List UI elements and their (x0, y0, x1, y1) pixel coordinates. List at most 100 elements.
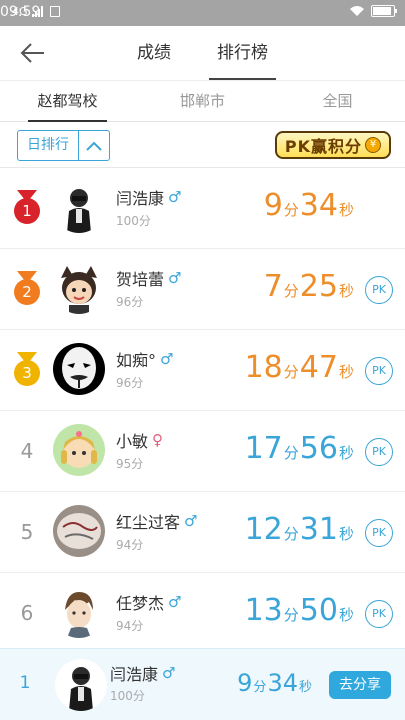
avatar[interactable] (53, 505, 105, 557)
exam-time: 7 分 25 秒 (264, 269, 355, 304)
user-name: 红尘过客 ♂ (116, 509, 197, 533)
medal-number: 2 (14, 279, 40, 305)
region-tabs: 赵都驾校 邯郸市 全国 (0, 80, 405, 122)
second-unit: 秒 (338, 606, 354, 624)
wifi-icon (350, 6, 364, 16)
minute-unit: 分 (283, 363, 299, 381)
my-name: 闫浩康 ♂ (110, 661, 175, 685)
time-minutes: 9 (263, 188, 283, 223)
exam-time: 12 分 31 秒 (245, 512, 355, 547)
pk-points-banner[interactable]: PK赢积分 ¥ (274, 131, 391, 159)
minute-unit: 分 (283, 525, 299, 543)
user-name-text: 如痴° (116, 351, 157, 370)
list-item[interactable]: 5 红尘过客 ♂ 94分 12 分 31 秒 PK (0, 492, 405, 573)
rank-number: 6 (20, 601, 34, 625)
minute-unit: 分 (283, 201, 299, 219)
user-name-text: 小敏 (116, 432, 149, 451)
user-name: 如痴° ♂ (116, 347, 173, 371)
gold-medal-icon: 3 (11, 352, 43, 388)
tab-national[interactable]: 全国 (270, 81, 405, 121)
time-minutes: 17 (244, 431, 283, 466)
my-avatar[interactable] (55, 659, 107, 711)
time-seconds: 50 (299, 593, 338, 628)
second-unit: 秒 (338, 201, 354, 219)
user-score: 94分 (116, 538, 144, 552)
male-icon: ♂ (184, 512, 198, 530)
user-score: 96分 (116, 295, 144, 309)
second-unit: 秒 (298, 680, 312, 695)
user-name: 闫浩康 ♂ (116, 185, 181, 209)
pk-button[interactable]: PK (365, 276, 393, 304)
male-icon: ♂ (168, 593, 182, 611)
list-item[interactable]: 1 闫浩康 ♂ 100分 9 分 34 秒 (0, 168, 405, 249)
list-item[interactable]: 4 小敏 ♀ 95分 17 分 56 秒 PK (0, 411, 405, 492)
female-icon: ♀ (152, 431, 164, 449)
avatar[interactable] (53, 181, 105, 233)
my-score: 100分 (110, 689, 145, 703)
header-tabs: 成绩 排行榜 (0, 26, 405, 80)
my-rank-bar: 1 闫浩康 ♂ 100分 9 分 34 秒 去分享 (0, 648, 405, 720)
exam-time: 17 分 56 秒 (245, 431, 355, 466)
user-name-text: 贺培蕾 (116, 270, 165, 289)
male-icon: ♂ (162, 664, 176, 682)
user-name: 任梦杰 ♂ (116, 590, 181, 614)
pk-button[interactable]: PK (365, 357, 393, 385)
user-name-text: 红尘过客 (116, 513, 181, 532)
orange-medal-icon: 2 (11, 271, 43, 307)
avatar[interactable] (53, 424, 105, 476)
list-item[interactable]: 6 任梦杰 ♂ 94分 13 分 50 秒 PK (0, 573, 405, 654)
second-unit: 秒 (338, 282, 354, 300)
tab-leaderboard[interactable]: 排行榜 (209, 26, 276, 80)
status-right (349, 5, 397, 17)
minute-unit: 分 (283, 444, 299, 462)
time-minutes: 18 (244, 350, 283, 385)
time-seconds: 56 (299, 431, 338, 466)
pk-button[interactable]: PK (365, 600, 393, 628)
user-score: 100分 (116, 214, 151, 228)
tab-scores[interactable]: 成绩 (129, 26, 179, 80)
male-icon: ♂ (168, 269, 182, 287)
time-minutes: 7 (263, 269, 283, 304)
avatar[interactable] (53, 343, 105, 395)
ranking-list: 1 闫浩康 ♂ 100分 9 分 34 秒 2 贺培蕾 ♂ 96分 7 分 25… (0, 168, 405, 654)
tab-school[interactable]: 赵都驾校 (0, 81, 135, 122)
period-select[interactable]: 日排行 (17, 130, 110, 161)
status-time: 09:59 (0, 4, 41, 20)
minute-unit: 分 (283, 606, 299, 624)
avatar[interactable] (53, 262, 105, 314)
period-select-label: 日排行 (18, 131, 79, 160)
time-seconds: 34 (299, 188, 338, 223)
user-name-text: 闫浩康 (116, 189, 165, 208)
time-minutes: 9 (237, 669, 253, 697)
rank-medal: 3 (10, 352, 44, 388)
user-score: 96分 (116, 376, 144, 390)
medal-number: 3 (14, 360, 40, 386)
male-icon: ♂ (168, 188, 182, 206)
list-item[interactable]: 2 贺培蕾 ♂ 96分 7 分 25 秒 PK (0, 249, 405, 330)
time-minutes: 13 (244, 593, 283, 628)
my-exam-time: 9 分 34 秒 (237, 669, 313, 697)
time-seconds: 25 (299, 269, 338, 304)
app-header: 成绩 排行榜 (0, 26, 405, 80)
tab-city[interactable]: 邯郸市 (135, 81, 270, 121)
coin-icon: ¥ (365, 137, 381, 153)
my-name-text: 闫浩康 (110, 665, 159, 684)
chevron-up-icon (79, 131, 109, 160)
avatar[interactable] (53, 586, 105, 638)
pk-banner-text: PK赢积分 (284, 137, 362, 156)
pk-button[interactable]: PK (365, 438, 393, 466)
minute-unit: 分 (283, 282, 299, 300)
user-name-text: 任梦杰 (116, 594, 165, 613)
medal-number: 1 (14, 198, 40, 224)
my-rank-number: 1 (19, 673, 31, 693)
list-item[interactable]: 3 如痴° ♂ 96分 18 分 47 秒 PK (0, 330, 405, 411)
time-seconds: 34 (267, 669, 298, 697)
exam-time: 18 分 47 秒 (245, 350, 355, 385)
pk-button[interactable]: PK (365, 519, 393, 547)
user-name: 贺培蕾 ♂ (116, 266, 181, 290)
time-seconds: 47 (299, 350, 338, 385)
male-icon: ♂ (160, 350, 174, 368)
rank-medal: 1 (10, 190, 44, 226)
battery-icon (371, 5, 397, 17)
share-button[interactable]: 去分享 (329, 671, 391, 699)
